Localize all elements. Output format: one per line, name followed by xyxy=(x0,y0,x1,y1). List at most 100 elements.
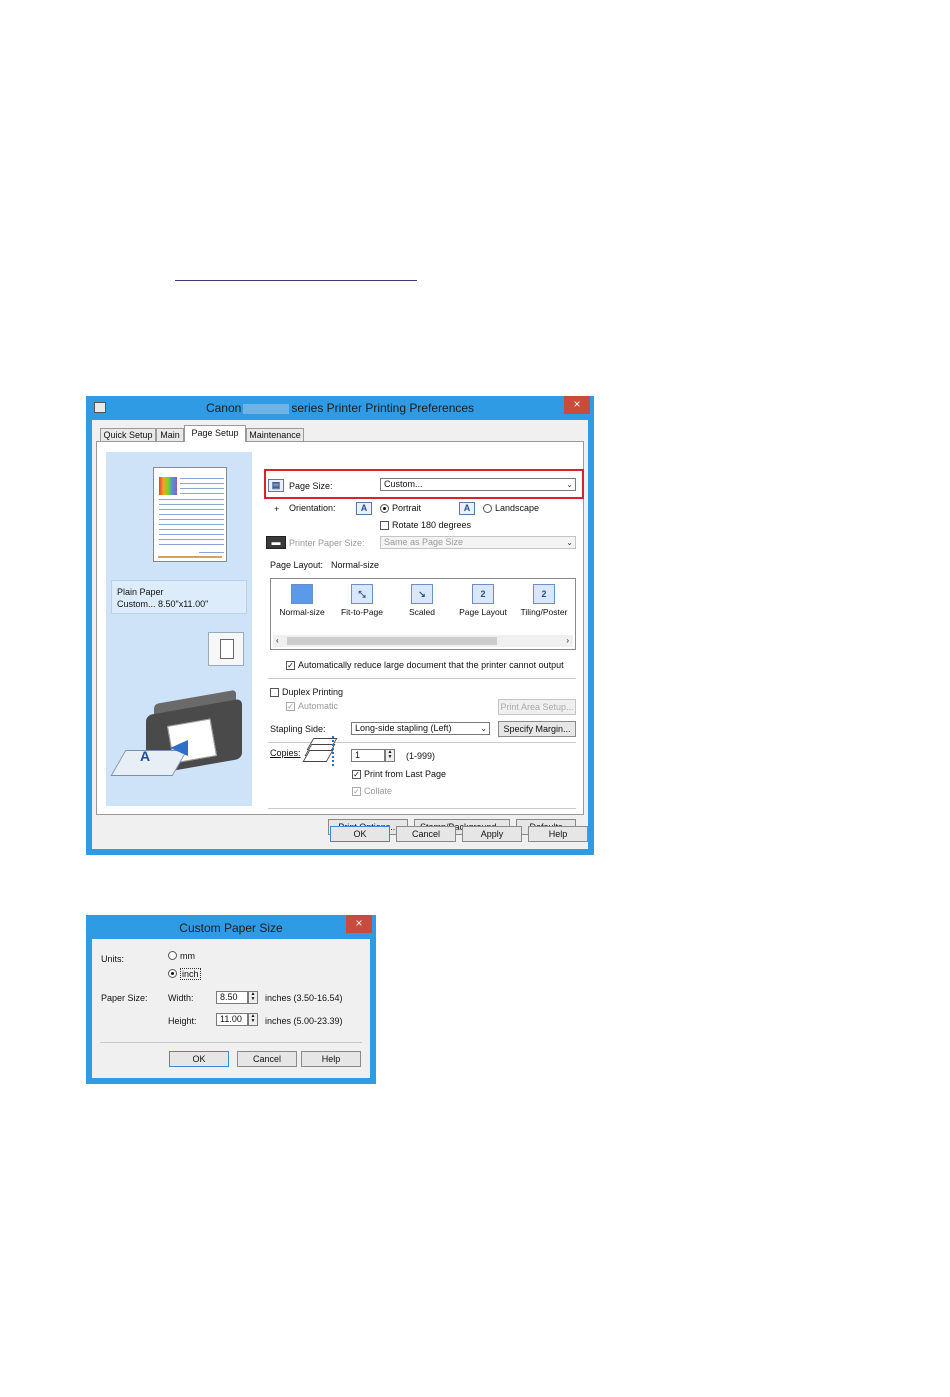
separator xyxy=(268,808,576,809)
duplex-printing-checkbox[interactable] xyxy=(270,688,279,697)
tiling-poster-icon: 2 xyxy=(533,584,555,604)
height-stepper[interactable]: ▲ ▼ xyxy=(248,1013,258,1026)
paper-size-text: Custom... 8.50"x11.00" xyxy=(117,599,209,609)
specify-margin-button[interactable]: Specify Margin... xyxy=(498,721,576,737)
landscape-label: Landscape xyxy=(495,503,540,513)
cancel-button[interactable]: Cancel xyxy=(237,1051,297,1067)
layout-scrollbar[interactable]: ‹ › xyxy=(273,635,573,647)
page-layout-icon: 2 xyxy=(472,584,494,604)
copies-stepper[interactable]: ▲ ▼ xyxy=(385,749,395,762)
layout-page-layout[interactable]: 2 Page Layout xyxy=(454,579,512,617)
width-stepper[interactable]: ▲ ▼ xyxy=(248,991,258,1004)
close-button[interactable]: × xyxy=(564,396,590,414)
tab-maintenance[interactable]: Maintenance xyxy=(246,428,304,441)
layout-scaled[interactable]: ↘ Scaled xyxy=(393,579,451,617)
unit-mm-label: mm xyxy=(180,951,195,961)
printer-paper-size-label: Printer Paper Size: xyxy=(289,538,365,548)
layout-tiling-poster[interactable]: 2 Tiling/Poster xyxy=(515,579,573,617)
help-button[interactable]: Help xyxy=(528,826,588,842)
print-from-last-page-label: Print from Last Page xyxy=(364,769,447,779)
help-button[interactable]: Help xyxy=(301,1051,361,1067)
scroll-right-icon[interactable]: › xyxy=(566,635,569,647)
close-icon: × xyxy=(573,397,581,411)
duplex-automatic-label: Automatic xyxy=(298,701,339,711)
close-icon: × xyxy=(355,916,363,930)
rotate-180-label: Rotate 180 degrees xyxy=(392,520,472,530)
custom-paper-size-dialog: Custom Paper Size × Units: mm inch Paper… xyxy=(86,915,376,1084)
separator xyxy=(268,678,576,679)
scaled-icon: ↘ xyxy=(411,584,433,604)
tab-page-setup[interactable]: Page Setup xyxy=(184,425,246,442)
ok-button[interactable]: OK xyxy=(169,1051,229,1067)
close-button[interactable]: × xyxy=(346,915,372,933)
units-label: Units: xyxy=(101,954,125,964)
dialog-client: Quick Setup Main Page Setup Maintenance xyxy=(92,420,588,849)
media-type-text: Plain Paper xyxy=(117,587,164,597)
cancel-button[interactable]: Cancel xyxy=(396,826,456,842)
ok-button[interactable]: OK xyxy=(330,826,390,842)
page-size-icon: ▤ xyxy=(268,479,284,492)
print-area-setup-button[interactable]: Print Area Setup... xyxy=(498,699,576,715)
apply-button[interactable]: Apply xyxy=(462,826,522,842)
height-input[interactable]: 11.00 xyxy=(216,1013,248,1026)
link-underline xyxy=(175,280,417,281)
landscape-radio[interactable] xyxy=(483,504,492,513)
unit-inch-radio[interactable] xyxy=(168,969,177,978)
tab-main[interactable]: Main xyxy=(156,428,184,441)
landscape-icon: A xyxy=(459,502,475,515)
layout-fit-to-page[interactable]: ⤡ Fit-to-Page xyxy=(333,579,391,617)
chevron-down-icon: ⌄ xyxy=(566,538,573,547)
portrait-label: Portrait xyxy=(392,503,422,513)
page-size-label: Page Size: xyxy=(289,481,333,491)
collate-label: Collate xyxy=(364,786,393,796)
height-range: inches (5.00-23.39) xyxy=(265,1016,343,1026)
page-size-dropdown[interactable]: Custom... ⌄ xyxy=(380,478,576,491)
portrait-radio[interactable] xyxy=(380,504,389,513)
page-layout-value: Normal-size xyxy=(331,560,380,570)
printer-paper-size-dropdown[interactable]: Same as Page Size ⌄ xyxy=(380,536,576,549)
chevron-down-icon: ⌄ xyxy=(566,480,573,489)
tab-quick-setup[interactable]: Quick Setup xyxy=(100,428,156,441)
portrait-icon: A xyxy=(356,502,372,515)
window-title: Canon series Printer Printing Preferences xyxy=(205,401,475,415)
print-from-last-page-checkbox[interactable]: ✓ xyxy=(352,770,361,779)
title-bar: Canon series Printer Printing Preferences… xyxy=(86,396,594,420)
width-label: Width: xyxy=(168,993,194,1003)
width-range: inches (3.50-16.54) xyxy=(265,993,343,1003)
preview-image xyxy=(159,477,177,495)
copies-input[interactable]: 1 xyxy=(351,749,385,762)
title-bar: Custom Paper Size × xyxy=(86,915,376,939)
copies-order-indicator xyxy=(332,736,337,766)
width-input[interactable]: 8.50 xyxy=(216,991,248,1004)
printing-preferences-dialog: Canon series Printer Printing Preferences… xyxy=(86,396,594,855)
orientation-label: Orientation: xyxy=(289,503,336,513)
collate-checkbox[interactable]: ✓ xyxy=(352,787,361,796)
fit-to-page-icon: ⤡ xyxy=(351,584,373,604)
paper-letter-icon: A xyxy=(140,748,151,764)
paper-feed-arrow-icon xyxy=(170,740,188,756)
stapling-side-label: Stapling Side: xyxy=(270,724,326,734)
duplex-automatic-checkbox[interactable]: ✓ xyxy=(286,702,295,711)
page-preview xyxy=(153,467,227,562)
page-layout-list: Normal-size ⤡ Fit-to-Page ↘ Scaled 2 Pag… xyxy=(270,578,576,650)
normal-size-icon xyxy=(291,584,313,604)
auto-reduce-checkbox[interactable]: ✓ xyxy=(286,661,295,670)
sheet-icon xyxy=(208,632,244,666)
stapling-side-dropdown[interactable]: Long-side stapling (Left) ⌄ xyxy=(351,722,490,735)
copies-label: Copies: xyxy=(270,748,301,758)
preview-pane: Plain Paper Custom... 8.50"x11.00" A xyxy=(106,452,252,806)
redacted-model xyxy=(243,403,290,414)
unit-inch-label: inch xyxy=(180,968,201,980)
paper-info-box: Plain Paper Custom... 8.50"x11.00" xyxy=(111,580,247,614)
scroll-thumb[interactable] xyxy=(287,637,497,645)
rotate-180-checkbox[interactable] xyxy=(380,521,389,530)
paper-size-label: Paper Size: xyxy=(101,993,148,1003)
dialog-client: Units: mm inch Paper Size: Width: 8.50 ▲… xyxy=(92,939,370,1078)
unit-mm-radio[interactable] xyxy=(168,951,177,960)
separator xyxy=(100,1042,362,1043)
printer-paper-icon: ▬ xyxy=(266,536,286,549)
copies-range: (1-999) xyxy=(406,751,436,761)
scroll-left-icon[interactable]: ‹ xyxy=(276,635,279,647)
orientation-bullet: + xyxy=(274,504,280,514)
layout-normal-size[interactable]: Normal-size xyxy=(273,579,331,617)
